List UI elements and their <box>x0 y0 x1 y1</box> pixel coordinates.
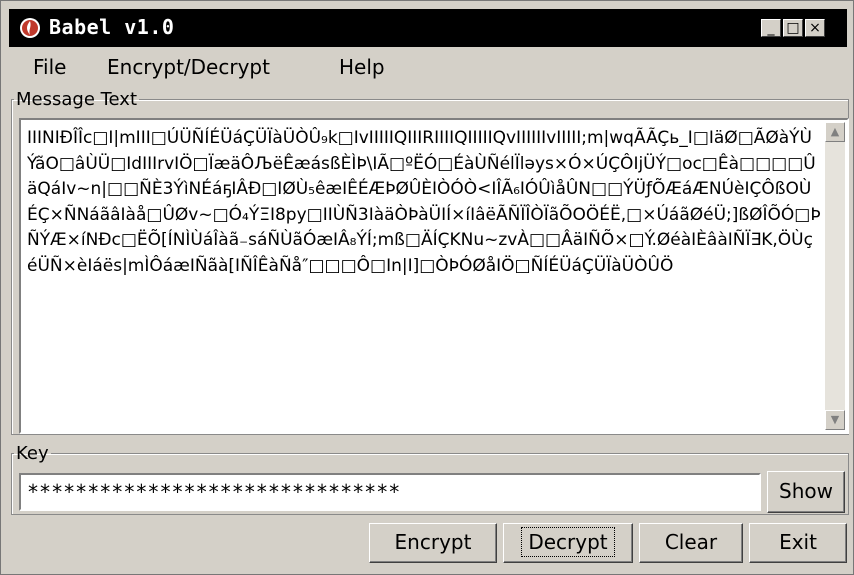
scroll-up-arrow-icon[interactable]: ▲ <box>825 122 845 142</box>
key-label: Key <box>16 443 49 464</box>
encrypt-button[interactable]: Encrypt <box>369 523 497 563</box>
window-title: Babel v1.0 <box>49 15 175 39</box>
app-window: Babel v1.0 _ □ × File Encrypt/Decrypt He… <box>0 0 854 575</box>
decrypt-button[interactable]: Decrypt <box>503 523 633 563</box>
message-text-area[interactable]: IIINIÐÎÎc□I|mIII□ÚÜÑÍÉÜáÇÜÏàÜÒÛ₉k□IvIIII… <box>19 118 849 434</box>
show-key-button[interactable]: Show <box>767 471 845 513</box>
scroll-down-arrow-icon[interactable]: ▼ <box>825 410 845 430</box>
title-bar[interactable]: Babel v1.0 _ □ × <box>9 9 847 47</box>
message-text-label: Message Text <box>16 89 138 110</box>
menu-bar: File Encrypt/Decrypt Help <box>9 53 847 85</box>
menu-help[interactable]: Help <box>339 55 385 79</box>
babel-logo-icon <box>20 18 40 38</box>
key-password-field[interactable]: ******************************* <box>19 473 761 511</box>
exit-button[interactable]: Exit <box>749 523 847 563</box>
clear-button[interactable]: Clear <box>639 523 743 563</box>
maximize-button[interactable]: □ <box>783 19 803 37</box>
decrypt-button-label: Decrypt <box>521 527 615 557</box>
vertical-scrollbar[interactable]: ▲ ▼ <box>825 122 845 430</box>
message-text-content[interactable]: IIINIÐÎÎc□I|mIII□ÚÜÑÍÉÜáÇÜÏàÜÒÛ₉k□IvIIII… <box>23 122 825 430</box>
close-button[interactable]: × <box>805 19 825 37</box>
menu-encrypt-decrypt[interactable]: Encrypt/Decrypt <box>107 55 270 79</box>
menu-file[interactable]: File <box>33 55 66 79</box>
minimize-button[interactable]: _ <box>761 19 781 37</box>
